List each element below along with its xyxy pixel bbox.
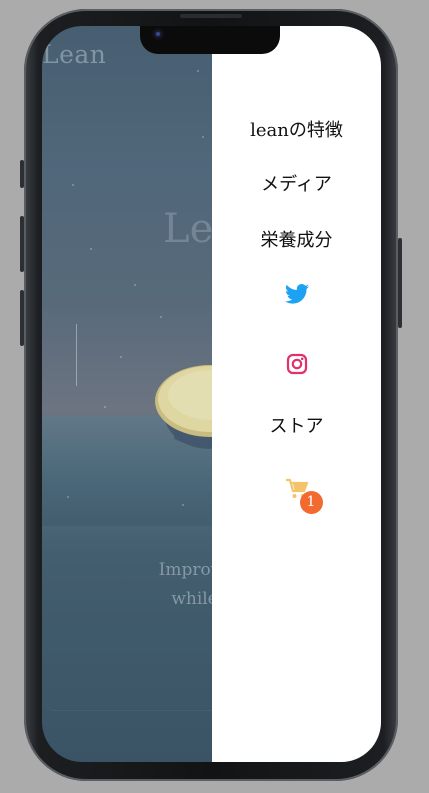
- power-button: [398, 238, 402, 328]
- twitter-link[interactable]: [212, 284, 381, 304]
- menu-item-nutrition[interactable]: 栄養成分: [212, 226, 381, 252]
- instagram-link[interactable]: [212, 353, 381, 375]
- instagram-icon: [286, 353, 307, 375]
- menu-item-features[interactable]: leanの特徴: [212, 116, 381, 142]
- twitter-icon: [284, 284, 309, 304]
- menu-item-media[interactable]: メディア: [212, 170, 381, 196]
- phone-screen: Lean Le Improve y while c leanの特徴 メディア 栄…: [42, 26, 381, 762]
- speaker-grill: [180, 14, 242, 18]
- cart-link[interactable]: 1: [212, 478, 381, 514]
- cart-count-badge: 1: [299, 491, 323, 514]
- slide-menu: leanの特徴 メディア 栄養成分 ストア 1: [212, 26, 381, 762]
- mute-switch: [20, 160, 24, 188]
- volume-up-button: [20, 216, 24, 272]
- volume-down-button: [20, 290, 24, 346]
- front-camera: [152, 28, 164, 40]
- menu-item-store[interactable]: ストア: [212, 412, 381, 438]
